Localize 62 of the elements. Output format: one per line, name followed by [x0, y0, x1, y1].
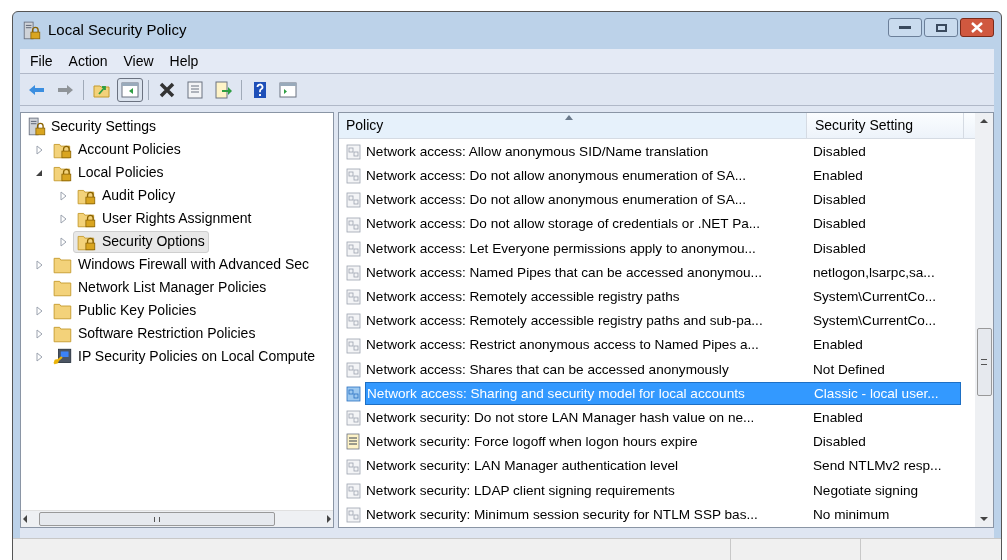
tree-item[interactable]: User Rights Assignment — [73, 207, 256, 230]
policy-icon — [345, 167, 363, 186]
column-header[interactable]: Policy — [339, 113, 807, 138]
close-icon — [970, 22, 984, 33]
tree-item[interactable]: Local Policies — [49, 161, 168, 184]
policy-icon — [345, 288, 363, 307]
maximize-button[interactable] — [924, 18, 958, 37]
policy-row[interactable]: Network security: LAN Manager authentication level Send NTLMv2 resp... — [365, 455, 961, 479]
menu-item[interactable]: Action — [66, 50, 110, 72]
policy-icon — [345, 409, 363, 428]
tree-item[interactable]: Network List Manager Policies — [49, 276, 271, 299]
policy-row[interactable]: Network access: Do not allow storage of credentials or .NET Pa... Disabled — [365, 213, 961, 237]
menu-item[interactable]: Help — [167, 50, 201, 72]
policy-icon — [345, 481, 363, 500]
console-tree-icon[interactable] — [117, 77, 143, 102]
policy-row[interactable]: Network security: Minimum session security for NTLM SSP bas... No minimum — [365, 503, 961, 527]
policy-icon — [345, 239, 363, 258]
tree-item[interactable]: Account Policies — [49, 138, 185, 161]
policy-row[interactable]: Network access: Remotely accessible registry paths System\CurrentCo... — [365, 285, 961, 309]
sort-arrow-icon — [565, 115, 573, 120]
column-header[interactable]: Security Setting — [807, 113, 964, 138]
policy-icon — [345, 457, 363, 476]
vertical-scrollbar[interactable] — [975, 113, 993, 527]
policy-row[interactable]: Network security: Do not store LAN Manager hash value on ne... Enabled — [365, 406, 961, 430]
policy-row[interactable]: Network security: Force logoff when logon hours expire Disabled — [365, 430, 961, 454]
policy-row[interactable]: Network access: Remotely accessible registry paths and sub-pa... System\CurrentCo... — [365, 309, 961, 333]
policy-row[interactable]: Network access: Do not allow anonymous enumeration of SA... Disabled — [365, 188, 961, 212]
minimize-button[interactable] — [888, 18, 922, 37]
policy-icon — [345, 505, 363, 524]
close-button[interactable] — [960, 18, 994, 37]
scrollbar-thumb[interactable] — [976, 328, 992, 396]
tree-item[interactable]: Security Options — [73, 230, 209, 253]
policy-icon — [345, 191, 363, 210]
policy-icon — [345, 336, 363, 355]
policy-icon — [345, 215, 363, 234]
policy-icon — [345, 312, 363, 331]
menu-item[interactable]: View — [121, 50, 156, 72]
menu-item[interactable]: File — [28, 50, 55, 72]
scrollbar-thumb[interactable] — [39, 512, 275, 526]
policy-icon — [345, 384, 363, 403]
computer-key-icon — [52, 346, 74, 367]
policy-icon — [345, 143, 363, 162]
server-lock-icon — [22, 20, 42, 41]
tree-item[interactable]: Software Restriction Policies — [49, 322, 260, 345]
document-icon — [345, 433, 363, 452]
tree-item[interactable]: Security Settings — [27, 116, 157, 137]
policy-row[interactable]: Network access: Do not allow anonymous enumeration of SA... Enabled — [365, 164, 961, 188]
window-title: Local Security Policy — [48, 20, 187, 41]
policy-row[interactable]: Network access: Allow anonymous SID/Name translation Disabled — [365, 140, 961, 164]
server-lock-icon — [27, 116, 47, 137]
policy-icon — [345, 264, 363, 283]
tree-item[interactable]: Audit Policy — [73, 184, 180, 207]
policy-row[interactable]: Network access: Named Pipes that can be accessed anonymou... netlogon,lsarpc,sa... — [365, 261, 961, 285]
tree-item[interactable]: Public Key Policies — [49, 299, 201, 322]
policy-row[interactable]: Network access: Shares that can be accessed anonymously Not Defined — [365, 358, 961, 382]
tree-item[interactable]: IP Security Policies on Local Compute — [49, 345, 320, 368]
policy-row[interactable]: Network access: Restrict anonymous access to Named Pipes a... Enabled — [365, 334, 961, 358]
policy-row[interactable]: Network security: LDAP client signing requirements Negotiate signing — [365, 479, 961, 503]
tree-item[interactable]: Windows Firewall with Advanced Sec — [49, 253, 314, 276]
policy-row[interactable]: Network access: Let Everyone permissions apply to anonymou... Disabled — [365, 237, 961, 261]
policy-icon — [345, 360, 363, 379]
horizontal-scrollbar[interactable] — [21, 510, 333, 527]
